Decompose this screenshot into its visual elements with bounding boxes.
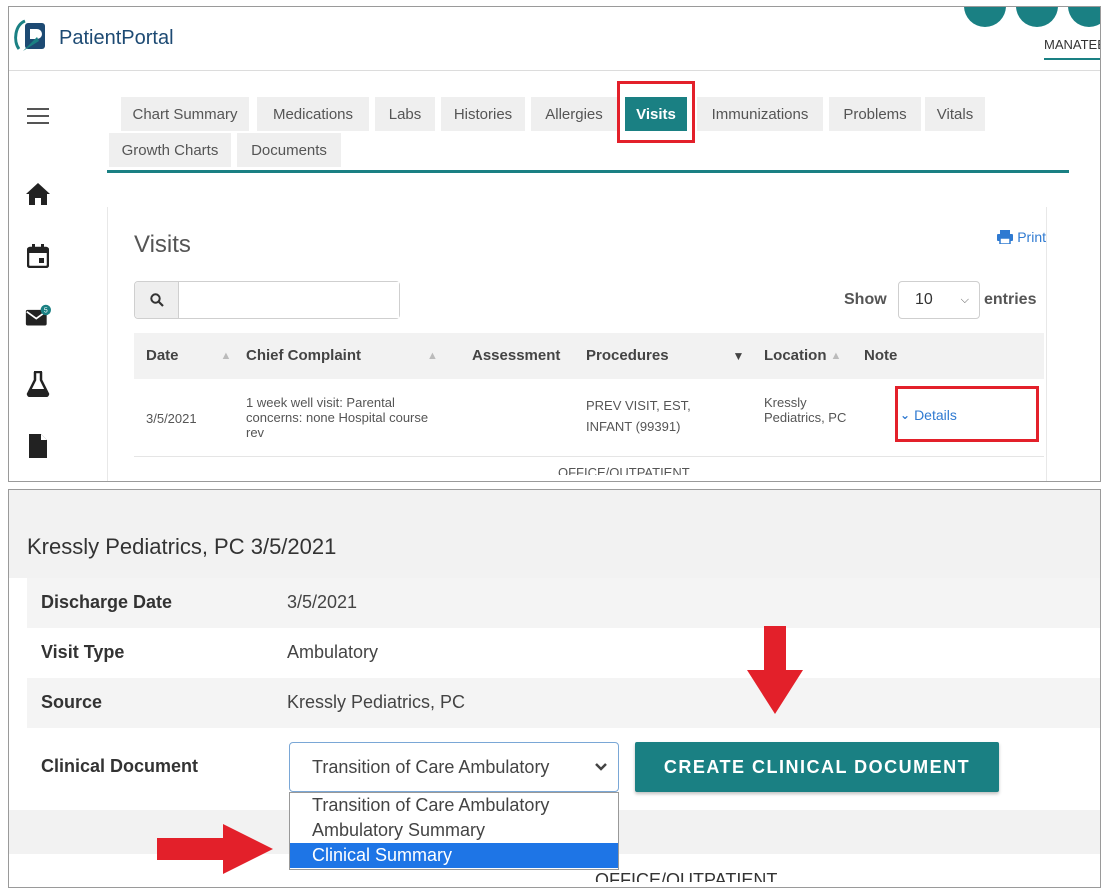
visits-title: Visits bbox=[134, 231, 191, 258]
logo-text: PatientPortal bbox=[59, 26, 174, 49]
tab-vitals[interactable]: Vitals bbox=[925, 97, 985, 131]
mail-badge: 5 bbox=[44, 308, 48, 315]
document-icon[interactable] bbox=[25, 433, 51, 459]
sort-icon: ▲︎ bbox=[427, 349, 438, 362]
visit-detail-panel: Kressly Pediatrics, PC 3/5/2021 Discharg… bbox=[8, 489, 1101, 888]
column-header-chief-complaint[interactable]: Chief Complaint ▲︎ bbox=[246, 347, 438, 364]
print-label: Print bbox=[1017, 229, 1046, 245]
detail-row-source: Source Kressly Pediatrics, PC bbox=[27, 678, 1100, 728]
detail-row-visit-type: Visit Type Ambulatory bbox=[27, 628, 1100, 678]
field-value: 3/5/2021 bbox=[287, 592, 358, 612]
column-header-date[interactable]: Date ▲︎ bbox=[146, 347, 231, 364]
visit-date: 3/5/2021 bbox=[146, 411, 197, 426]
sort-icon: ▲︎ bbox=[220, 349, 232, 362]
print-link[interactable]: Print bbox=[997, 229, 1046, 245]
column-header-location[interactable]: Location ▲︎ bbox=[764, 347, 841, 364]
user-name[interactable]: MANATEE bbox=[1044, 37, 1100, 60]
chevron-down-icon: ⌵ bbox=[960, 293, 969, 306]
sort-descending-icon: ▼ bbox=[732, 348, 745, 363]
clinical-document-selected: Transition of Care Ambulatory bbox=[312, 756, 550, 777]
top-right-buttons bbox=[964, 7, 1100, 27]
table-header: Date ▲︎ Chief Complaint ▲︎ Assessment Pr… bbox=[134, 333, 1044, 379]
red-arrow-right-icon bbox=[157, 824, 277, 879]
tab-chart-summary[interactable]: Chart Summary bbox=[121, 97, 249, 131]
column-header-procedures[interactable]: Procedures ▼ bbox=[586, 347, 744, 364]
clinical-document-select[interactable]: Transition of Care Ambulatory bbox=[289, 742, 619, 792]
dropdown-option-clinical-summary[interactable]: Clinical Summary bbox=[290, 843, 618, 868]
field-label: Source bbox=[41, 692, 103, 712]
visits-tab-highlight-box bbox=[617, 81, 695, 143]
detail-row-discharge-date: Discharge Date 3/5/2021 bbox=[27, 578, 1100, 628]
details-highlight-box bbox=[895, 386, 1039, 442]
logo-icon bbox=[13, 17, 49, 53]
tab-problems[interactable]: Problems bbox=[829, 97, 921, 131]
sidebar: 5 bbox=[9, 71, 71, 481]
dropdown-option-ambulatory-summary[interactable]: Ambulatory Summary bbox=[290, 818, 618, 843]
top-action-button[interactable] bbox=[964, 7, 1006, 27]
field-value: Kressly Pediatrics, PC bbox=[287, 692, 466, 712]
menu-icon[interactable] bbox=[25, 103, 51, 129]
entries-select[interactable]: 10 ⌵ bbox=[898, 281, 980, 319]
mail-icon[interactable]: 5 bbox=[25, 303, 51, 329]
dropdown-option-transition-of-care[interactable]: Transition of Care Ambulatory bbox=[290, 793, 618, 818]
tab-labs[interactable]: Labs bbox=[375, 97, 435, 131]
chevron-down-icon bbox=[595, 763, 607, 771]
create-clinical-document-button[interactable]: CREATE CLINICAL DOCUMENT bbox=[635, 742, 999, 792]
field-value: Ambulatory bbox=[287, 642, 379, 662]
clinical-document-dropdown: Transition of Care Ambulatory Ambulatory… bbox=[289, 792, 619, 870]
flask-icon[interactable] bbox=[25, 371, 51, 397]
detail-header: Kressly Pediatrics, PC 3/5/2021 bbox=[9, 490, 1100, 578]
search-button[interactable] bbox=[135, 282, 179, 318]
top-bar: PatientPortal MANATEE bbox=[9, 7, 1100, 71]
entries-value: 10 bbox=[915, 291, 933, 308]
show-label: Show bbox=[844, 291, 887, 308]
tab-histories[interactable]: Histories bbox=[441, 97, 525, 131]
column-header-assessment[interactable]: Assessment bbox=[472, 347, 560, 364]
entries-label: entries bbox=[984, 291, 1037, 308]
field-label: Visit Type bbox=[41, 642, 125, 662]
next-row-partial: OFFICE/OUTPATIENT bbox=[558, 465, 690, 475]
visit-location: Kressly Pediatrics, PC bbox=[764, 395, 847, 425]
sort-icon: ▲︎ bbox=[830, 349, 842, 362]
top-action-button[interactable] bbox=[1016, 7, 1058, 27]
patient-portal-visits-panel: PatientPortal MANATEE 5 Chart Summary Me… bbox=[8, 6, 1101, 482]
printer-icon bbox=[997, 230, 1014, 244]
field-label: Clinical Document bbox=[41, 756, 199, 776]
home-icon[interactable] bbox=[25, 181, 51, 207]
visit-procedures: PREV VISIT, EST, INFANT (99391) bbox=[586, 398, 691, 434]
search-input[interactable] bbox=[179, 282, 399, 318]
below-partial-text: OFFICE/OUTPATIENT bbox=[595, 870, 778, 882]
detail-title: Kressly Pediatrics, PC 3/5/2021 bbox=[27, 534, 337, 559]
search-box bbox=[134, 281, 400, 319]
tab-bar: Chart Summary Medications Labs Histories… bbox=[107, 81, 1069, 173]
red-arrow-down-icon bbox=[745, 626, 805, 721]
tab-growth-charts[interactable]: Growth Charts bbox=[109, 133, 231, 167]
user-avatar[interactable] bbox=[1068, 7, 1100, 27]
visit-chief-complaint: 1 week well visit: Parental concerns: no… bbox=[246, 395, 429, 440]
field-label: Discharge Date bbox=[41, 592, 173, 612]
tab-allergies[interactable]: Allergies bbox=[531, 97, 617, 131]
tab-documents[interactable]: Documents bbox=[237, 133, 341, 167]
search-icon bbox=[149, 293, 164, 307]
logo[interactable]: PatientPortal bbox=[13, 17, 174, 53]
tab-immunizations[interactable]: Immunizations bbox=[697, 97, 823, 131]
calendar-icon[interactable] bbox=[25, 243, 51, 269]
tab-medications[interactable]: Medications bbox=[257, 97, 369, 131]
column-header-note[interactable]: Note bbox=[864, 347, 897, 364]
